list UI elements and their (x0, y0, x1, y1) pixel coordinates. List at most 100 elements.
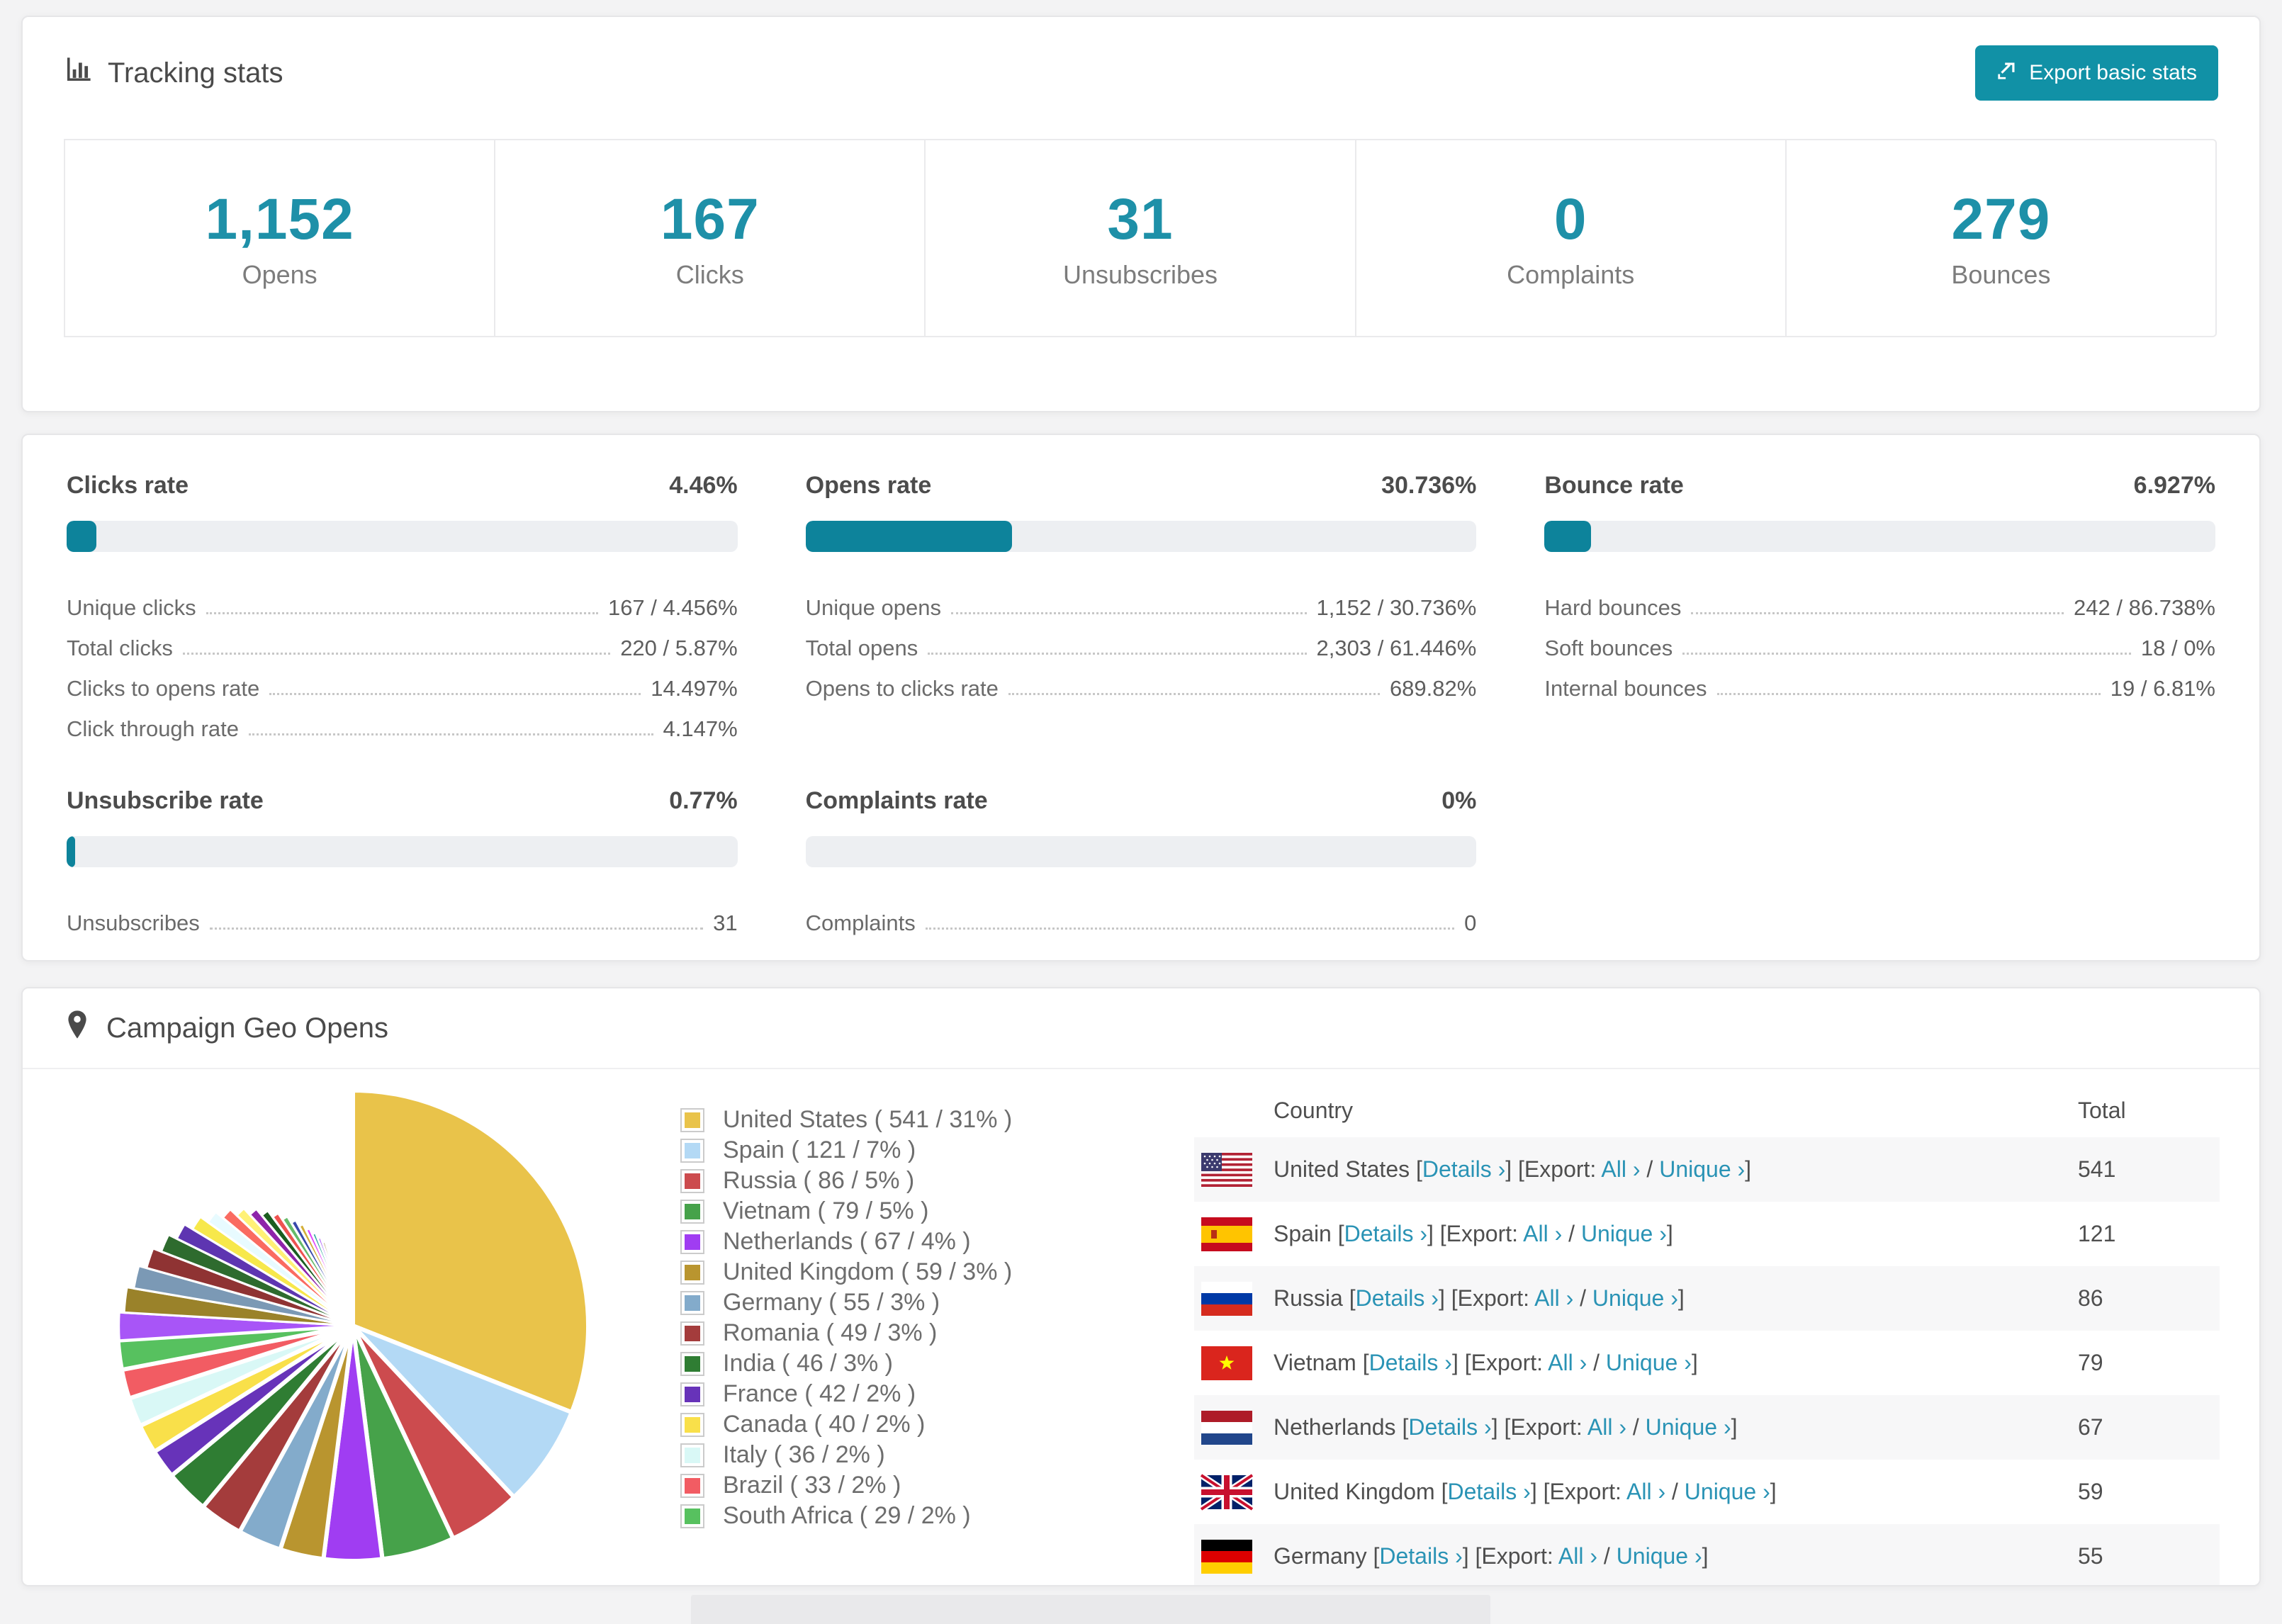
rate-row-value: 689.82% (1389, 676, 1477, 701)
export-label: [Export: (1464, 1350, 1543, 1375)
bracket: ] (1691, 1350, 1698, 1375)
export-unique-link[interactable]: Unique › (1592, 1285, 1678, 1311)
bracket: ] (1438, 1285, 1445, 1311)
dotted-leader (925, 927, 1455, 930)
legend-swatch (680, 1473, 704, 1498)
export-unique-link[interactable]: Unique › (1646, 1414, 1731, 1440)
rate-value: 6.927% (2133, 472, 2215, 499)
details-link[interactable]: Details › (1447, 1479, 1530, 1504)
rate-rows: Hard bounces 242 / 86.738% Soft bounces … (1544, 580, 2215, 701)
rates-card: Clicks rate 4.46% Unique clicks 167 / 4.… (21, 434, 2261, 962)
export-button-label: Export basic stats (2029, 61, 2197, 84)
geo-header: Campaign Geo Opens (23, 988, 2259, 1069)
legend-label: Italy ( 36 / 2% ) (723, 1441, 885, 1468)
legend-item[interactable]: Netherlands ( 67 / 4% ) (680, 1227, 1052, 1257)
legend-label: Spain ( 121 / 7% ) (723, 1137, 916, 1163)
country-total: 541 (2078, 1156, 2116, 1182)
legend-swatch (680, 1412, 704, 1437)
table-row: Netherlands [Details ›] [Export: All › /… (1194, 1395, 2220, 1460)
export-label: [Export: (1439, 1221, 1519, 1246)
export-all-link[interactable]: All › (1548, 1350, 1587, 1375)
country-name: United States (1274, 1156, 1410, 1182)
legend-item[interactable]: South Africa ( 29 / 2% ) (680, 1501, 1052, 1531)
details-link[interactable]: Details › (1408, 1414, 1491, 1440)
legend-label: Romania ( 49 / 3% ) (723, 1319, 938, 1346)
details-link[interactable]: Details › (1422, 1156, 1505, 1182)
geo-table-header: Country Total (1194, 1083, 2220, 1137)
legend-swatch (680, 1138, 704, 1163)
rate-row-label: Unsubscribes (67, 910, 200, 935)
geo-pie-chart[interactable] (23, 1069, 598, 1585)
legend-item[interactable]: France ( 42 / 2% ) (680, 1379, 1052, 1409)
export-basic-stats-button[interactable]: Export basic stats (1975, 45, 2218, 101)
export-all-link[interactable]: All › (1523, 1221, 1562, 1246)
rate-rows: Complaints 0 (806, 896, 1477, 936)
rate-title: Opens rate (805, 472, 932, 499)
legend-swatch (680, 1107, 704, 1132)
dotted-leader (950, 612, 1307, 614)
export-unique-link[interactable]: Unique › (1617, 1543, 1702, 1569)
rate-progress-track (805, 836, 1477, 867)
legend-item[interactable]: Brazil ( 33 / 2% ) (680, 1470, 1052, 1501)
export-all-link[interactable]: All › (1587, 1414, 1626, 1440)
rate-row-label: Unique clicks (67, 595, 196, 620)
rate-row: Clicks to opens rate 14.497% (67, 661, 738, 701)
rate-row-label: Internal bounces (1544, 676, 1707, 701)
legend-item[interactable]: Germany ( 55 / 3% ) (680, 1287, 1052, 1318)
geo-title: Campaign Geo Opens (106, 1012, 389, 1044)
legend-item[interactable]: Italy ( 36 / 2% ) (680, 1440, 1052, 1470)
legend-label: United Kingdom ( 59 / 3% ) (723, 1258, 1013, 1285)
legend-item[interactable]: Spain ( 121 / 7% ) (680, 1135, 1052, 1166)
export-all-link[interactable]: All › (1558, 1543, 1597, 1569)
stat-box: 167 Clicks (494, 139, 926, 337)
export-unique-link[interactable]: Unique › (1606, 1350, 1692, 1375)
map-pin-icon (65, 1010, 89, 1047)
export-all-link[interactable]: All › (1626, 1479, 1665, 1504)
stat-value: 1,152 (205, 187, 354, 252)
legend-swatch (680, 1504, 704, 1528)
country-name: Spain (1274, 1221, 1332, 1246)
page-bottom-area (0, 1586, 2282, 1624)
rate-progress-fill (1544, 521, 1591, 552)
legend-label: Germany ( 55 / 3% ) (723, 1289, 940, 1316)
bottom-scroll-area (691, 1595, 1490, 1624)
legend-label: Russia ( 86 / 5% ) (723, 1167, 915, 1194)
rate-row-label: Total clicks (67, 636, 173, 660)
details-link[interactable]: Details › (1356, 1285, 1439, 1311)
rate-row: Complaints 0 (806, 896, 1477, 936)
legend-item[interactable]: Vietnam ( 79 / 5% ) (680, 1196, 1052, 1227)
export-unique-link[interactable]: Unique › (1659, 1156, 1745, 1182)
rate-row: Total clicks 220 / 5.87% (67, 621, 738, 661)
flag-nl (1201, 1410, 1252, 1445)
separator: / (1603, 1543, 1610, 1569)
export-all-link[interactable]: All › (1601, 1156, 1640, 1182)
legend-item[interactable]: Russia ( 86 / 5% ) (680, 1166, 1052, 1196)
bracket: ] (1451, 1350, 1458, 1375)
rate-title: Clicks rate (67, 472, 189, 499)
separator: / (1632, 1414, 1639, 1440)
details-link[interactable]: Details › (1344, 1221, 1427, 1246)
legend-item[interactable]: Canada ( 40 / 2% ) (680, 1409, 1052, 1440)
stat-value: 31 (1107, 187, 1174, 252)
dotted-leader (206, 612, 598, 614)
rates-grid: Clicks rate 4.46% Unique clicks 167 / 4.… (67, 472, 2215, 936)
legend-label: Netherlands ( 67 / 4% ) (723, 1228, 971, 1255)
legend-item[interactable]: United Kingdom ( 59 / 3% ) (680, 1257, 1052, 1287)
dotted-leader (928, 653, 1307, 655)
geo-table-body: United States [Details ›] [Export: All ›… (1194, 1137, 2220, 1585)
legend-item[interactable]: Romania ( 49 / 3% ) (680, 1318, 1052, 1348)
details-link[interactable]: Details › (1379, 1543, 1462, 1569)
legend-item[interactable]: India ( 46 / 3% ) (680, 1348, 1052, 1379)
details-link[interactable]: Details › (1369, 1350, 1452, 1375)
legend-item[interactable]: United States ( 541 / 31% ) (680, 1105, 1052, 1135)
country-total: 59 (2078, 1479, 2103, 1504)
stat-box: 0 Complaints (1354, 139, 1787, 337)
legend-label: Brazil ( 33 / 2% ) (723, 1472, 901, 1499)
dotted-leader (182, 653, 611, 655)
rate-row-value: 1,152 / 30.736% (1316, 595, 1477, 620)
export-unique-link[interactable]: Unique › (1581, 1221, 1667, 1246)
rate-title: Complaints rate (805, 787, 988, 814)
rate-block: Opens rate 30.736% Unique opens 1,152 / … (805, 472, 1477, 742)
export-all-link[interactable]: All › (1534, 1285, 1573, 1311)
export-unique-link[interactable]: Unique › (1685, 1479, 1770, 1504)
